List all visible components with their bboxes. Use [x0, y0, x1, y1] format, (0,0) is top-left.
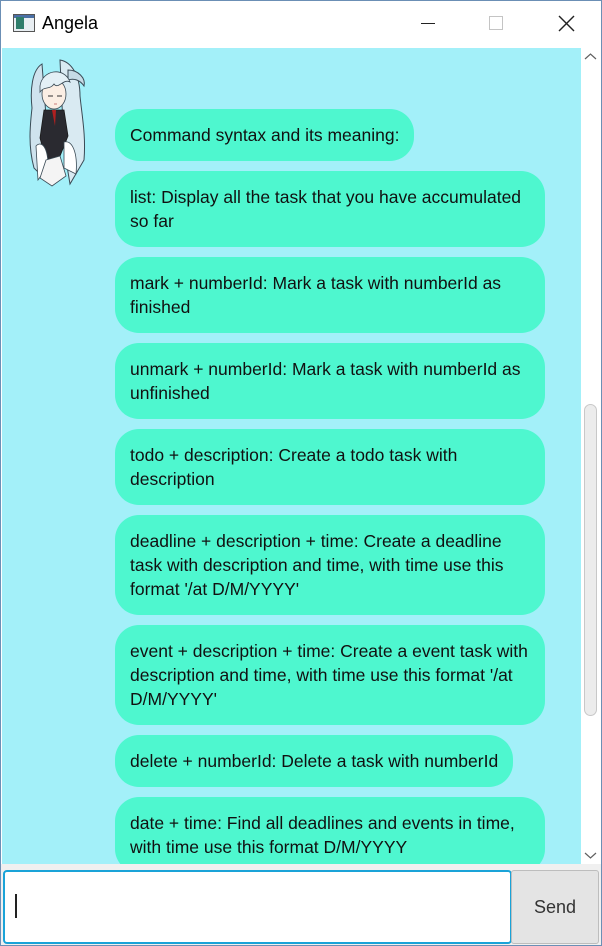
vertical-scrollbar[interactable]: [581, 48, 600, 864]
chat-bubble: event + description + time: Create a eve…: [115, 625, 545, 725]
chat-bubble: deadline + description + time: Create a …: [115, 515, 545, 615]
message-input[interactable]: [3, 870, 512, 944]
scrollbar-thumb[interactable]: [584, 404, 597, 716]
text-caret: [15, 894, 17, 918]
chat-bubble: list: Display all the task that you have…: [115, 171, 545, 247]
minimize-icon: [421, 23, 435, 24]
chat-bubble: Command syntax and its meaning:: [115, 109, 415, 161]
close-icon: [558, 15, 575, 32]
anime-girl-avatar: [29, 59, 86, 187]
chat-bubble: unmark + numberId: Mark a task with numb…: [115, 343, 545, 419]
scroll-down-arrow-icon[interactable]: [581, 846, 600, 864]
app-window: Angela Command syntax and its meaning: l…: [0, 0, 602, 946]
chat-bubble: todo + description: Create a todo task w…: [115, 429, 545, 505]
window-title: Angela: [42, 13, 99, 33]
chat-bubble: date + time: Find all deadlines and even…: [115, 797, 545, 864]
scroll-up-arrow-icon[interactable]: [581, 48, 600, 66]
close-button[interactable]: [543, 1, 589, 47]
app-window-icon: [13, 14, 35, 32]
title-bar[interactable]: Angela: [1, 1, 601, 47]
maximize-icon: [489, 16, 503, 30]
minimize-button[interactable]: [405, 1, 451, 47]
chat-bubble: mark + numberId: Mark a task with number…: [115, 257, 545, 333]
chat-area[interactable]: Command syntax and its meaning: list: Di…: [2, 48, 581, 864]
input-row: Send: [1, 864, 601, 945]
maximize-button[interactable]: [473, 1, 519, 47]
chat-bubble: delete + numberId: Delete a task with nu…: [115, 735, 514, 787]
send-button[interactable]: Send: [511, 870, 599, 944]
